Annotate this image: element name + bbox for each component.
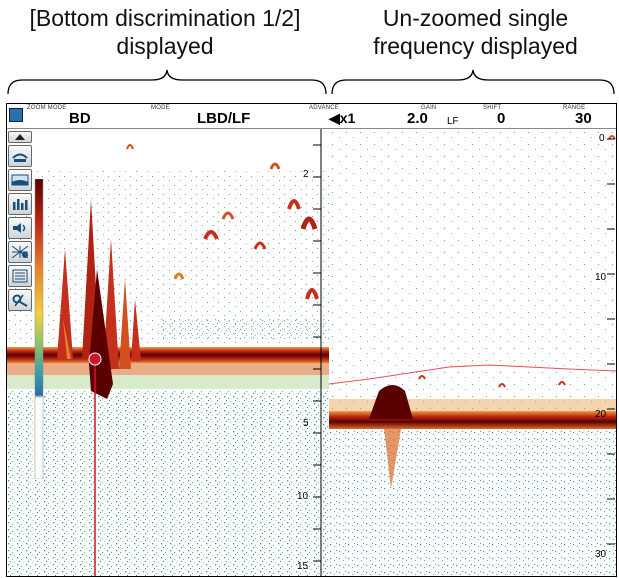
left-depth-2: 2 xyxy=(303,169,309,180)
grid-chart-icon xyxy=(11,245,29,259)
caption-right-line1: Un-zoomed single xyxy=(382,5,569,31)
caption-left-line1: [Bottom discrimination 1/2] xyxy=(29,5,301,31)
zoom-mode-value[interactable]: BD xyxy=(69,110,91,127)
single-frequency-echogram xyxy=(329,129,616,576)
gain-value[interactable]: 2.0 xyxy=(407,110,428,127)
left-brace xyxy=(7,69,327,95)
top-status-bar: ZOOM MODE BD MODE LBD/LF ADVANCE ◀x1 GAI… xyxy=(7,104,616,129)
audio-button[interactable] xyxy=(8,217,32,239)
scroll-up-button[interactable] xyxy=(8,131,32,143)
menu-icon[interactable] xyxy=(9,108,23,122)
histogram-icon xyxy=(13,199,28,210)
function-toolbar xyxy=(8,131,32,313)
settings-tools-icon xyxy=(12,294,28,307)
caption-right-line2: frequency displayed xyxy=(373,33,578,59)
right-depth-10: 10 xyxy=(595,272,607,283)
caption-bottom-discrimination: [Bottom discrimination 1/2] displayed xyxy=(0,4,330,60)
mode-value[interactable]: LBD/LF xyxy=(197,110,250,127)
caption-left-line2: displayed xyxy=(116,33,214,59)
left-depth-10: 10 xyxy=(297,491,309,502)
shift-value[interactable]: 0 xyxy=(497,110,505,127)
zoom-mode-label: ZOOM MODE xyxy=(27,105,67,111)
advance-value[interactable]: ◀x1 xyxy=(329,110,355,127)
echo-mode-button[interactable] xyxy=(8,145,32,167)
gain-frequency-label: LF xyxy=(447,116,459,127)
histogram-button[interactable] xyxy=(8,193,32,215)
settings-button[interactable] xyxy=(8,289,32,311)
left-depth-15: 15 xyxy=(297,561,309,572)
up-arrow-icon xyxy=(15,134,25,140)
right-depth-30: 30 xyxy=(595,549,607,560)
sounder-screen: ZOOM MODE BD MODE LBD/LF ADVANCE ◀x1 GAI… xyxy=(6,103,617,577)
bottom-profile-button[interactable] xyxy=(8,169,32,191)
color-scale-bar xyxy=(34,179,44,479)
pointer-marker xyxy=(88,352,102,366)
bottom-discrimination-echogram xyxy=(7,129,329,576)
range-value[interactable]: 30 xyxy=(575,110,592,127)
bottom-profile-icon xyxy=(11,174,29,186)
right-depth-0: 0 xyxy=(599,133,605,144)
list-panel-icon xyxy=(12,269,28,283)
speaker-icon xyxy=(13,223,26,233)
mode-label: MODE xyxy=(151,105,170,111)
boat-echo-icon xyxy=(12,153,28,162)
right-brace xyxy=(331,69,615,95)
left-depth-5: 5 xyxy=(303,418,309,429)
grid-chart-button[interactable] xyxy=(8,241,32,263)
caption-unzoomed-single: Un-zoomed single frequency displayed xyxy=(332,4,619,60)
list-panel-button[interactable] xyxy=(8,265,32,287)
right-depth-20: 20 xyxy=(595,409,607,420)
